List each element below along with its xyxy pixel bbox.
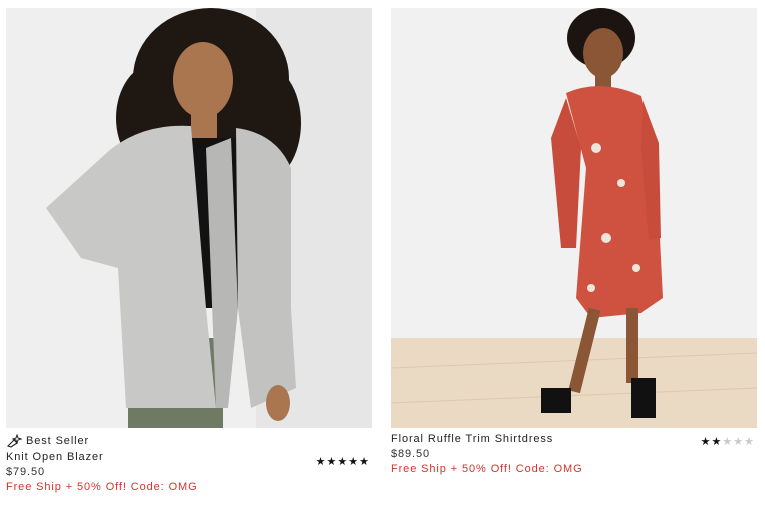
star-filled-icon: ★ [348, 456, 360, 468]
promo-text: Free Ship + 50% Off! Code: OMG [391, 463, 583, 475]
star-filled-icon: ★ [326, 456, 338, 468]
product-info: Floral Ruffle Trim Shirtdress $89.50 Fre… [391, 432, 757, 477]
star-empty-icon: ★ [733, 436, 745, 448]
star-rating: ★★★★★ [701, 435, 755, 450]
product-info: Best Seller Knit Open Blazer $79.50 Free… [6, 432, 372, 495]
product-photo-shirtdress [391, 8, 757, 428]
sparkle-tag-icon [6, 433, 23, 448]
product-image[interactable] [391, 8, 757, 428]
star-filled-icon: ★ [359, 456, 370, 468]
star-filled-icon: ★ [315, 456, 327, 468]
promo-text: Free Ship + 50% Off! Code: OMG [6, 481, 198, 493]
star-rating: ★★★★★ [316, 455, 370, 470]
star-empty-icon: ★ [722, 436, 734, 448]
star-filled-icon: ★ [337, 456, 349, 468]
best-seller-badge: Best Seller [6, 432, 372, 450]
product-card[interactable]: Floral Ruffle Trim Shirtdress $89.50 Fre… [391, 8, 757, 477]
product-photo-blazer [6, 8, 372, 428]
product-image[interactable] [6, 8, 372, 428]
star-filled-icon: ★ [711, 436, 723, 448]
product-card[interactable]: Best Seller Knit Open Blazer $79.50 Free… [6, 8, 372, 495]
star-empty-icon: ★ [744, 436, 755, 448]
star-filled-icon: ★ [700, 436, 712, 448]
badge-label: Best Seller [26, 434, 90, 447]
